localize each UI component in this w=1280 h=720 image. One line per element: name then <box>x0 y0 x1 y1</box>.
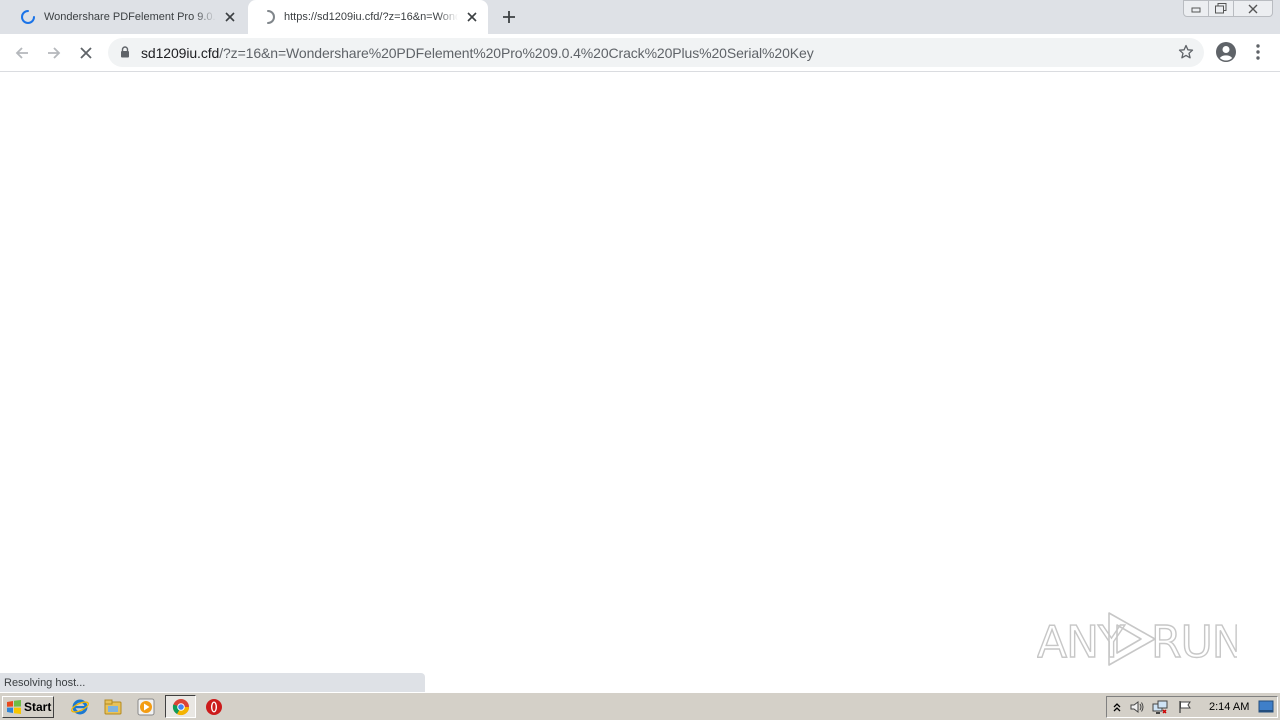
profile-button[interactable] <box>1215 41 1237 68</box>
minimize-icon <box>1191 7 1201 12</box>
star-icon <box>1178 44 1194 59</box>
clock[interactable]: 2:14 AM <box>1209 701 1249 713</box>
show-hidden-icon[interactable] <box>1109 699 1125 715</box>
tab-strip: Wondershare PDFelement Pro 9.0.4 Crack P… <box>0 0 1280 34</box>
status-text: Resolving host... <box>4 677 86 689</box>
new-tab-button[interactable] <box>499 7 519 27</box>
close-icon <box>80 47 92 59</box>
watermark-text-any: ANY <box>1037 617 1125 668</box>
browser-toolbar: sd1209iu.cfd/?z=16&n=Wondershare%20PDFel… <box>0 34 1280 72</box>
watermark-text-run: RUN <box>1151 617 1237 668</box>
action-center-flag-icon[interactable] <box>1177 699 1193 715</box>
tab-close-icon[interactable] <box>222 9 238 25</box>
arrow-right-icon <box>48 47 61 59</box>
bookmark-button[interactable] <box>1178 44 1194 65</box>
network-icon[interactable] <box>1152 699 1168 715</box>
anyrun-watermark: ANY RUN <box>1037 612 1237 669</box>
tab-close-icon[interactable] <box>464 9 480 25</box>
internet-explorer-icon[interactable] <box>70 697 90 717</box>
plus-icon <box>503 11 515 23</box>
browser-menu-button[interactable] <box>1250 41 1266 68</box>
address-bar[interactable]: sd1209iu.cfd/?z=16&n=Wondershare%20PDFel… <box>108 38 1204 67</box>
status-bubble: Resolving host... <box>0 673 425 692</box>
lock-icon <box>121 46 129 58</box>
kebab-menu-icon <box>1256 44 1260 60</box>
minimize-button[interactable] <box>1183 0 1209 17</box>
media-player-icon[interactable] <box>136 697 156 717</box>
back-button[interactable] <box>10 41 34 65</box>
volume-icon[interactable] <box>1129 699 1145 715</box>
opera-icon[interactable] <box>204 697 224 717</box>
start-label: Start <box>24 700 52 714</box>
restore-icon <box>1215 3 1227 14</box>
system-tray: 2:14 AM <box>1106 696 1278 718</box>
forward-button[interactable] <box>42 41 66 65</box>
chrome-icon[interactable] <box>171 697 191 717</box>
tab-title: Wondershare PDFelement Pro 9.0.4 Crack P… <box>44 11 216 23</box>
tab-sd1209iu[interactable]: https://sd1209iu.cfd/?z=16&n=Wondershare <box>248 0 488 34</box>
close-icon <box>1248 4 1258 13</box>
show-desktop-icon[interactable] <box>1258 699 1274 715</box>
windows-taskbar: Start 2:14 AM <box>0 692 1280 720</box>
url-text[interactable]: sd1209iu.cfd/?z=16&n=Wondershare%20PDFel… <box>141 45 814 61</box>
url-host: sd1209iu.cfd <box>141 45 220 61</box>
window-close-button[interactable] <box>1233 0 1273 17</box>
file-explorer-icon[interactable] <box>103 697 123 717</box>
start-button[interactable]: Start <box>2 696 54 718</box>
stop-loading-button[interactable] <box>74 41 98 65</box>
account-circle-icon <box>1216 42 1236 62</box>
tab-title: https://sd1209iu.cfd/?z=16&n=Wondershare <box>284 11 458 23</box>
loading-spinner-icon <box>267 10 275 24</box>
url-path: /?z=16&n=Wondershare%20PDFelement%20Pro%… <box>219 45 814 61</box>
tab-wondershare[interactable]: Wondershare PDFelement Pro 9.0.4 Crack P… <box>0 0 246 34</box>
page-content <box>0 72 1280 692</box>
restore-button[interactable] <box>1208 0 1234 17</box>
arrow-left-icon <box>15 47 28 59</box>
loading-spinner-icon <box>21 10 35 24</box>
windows-logo-icon <box>7 700 21 714</box>
